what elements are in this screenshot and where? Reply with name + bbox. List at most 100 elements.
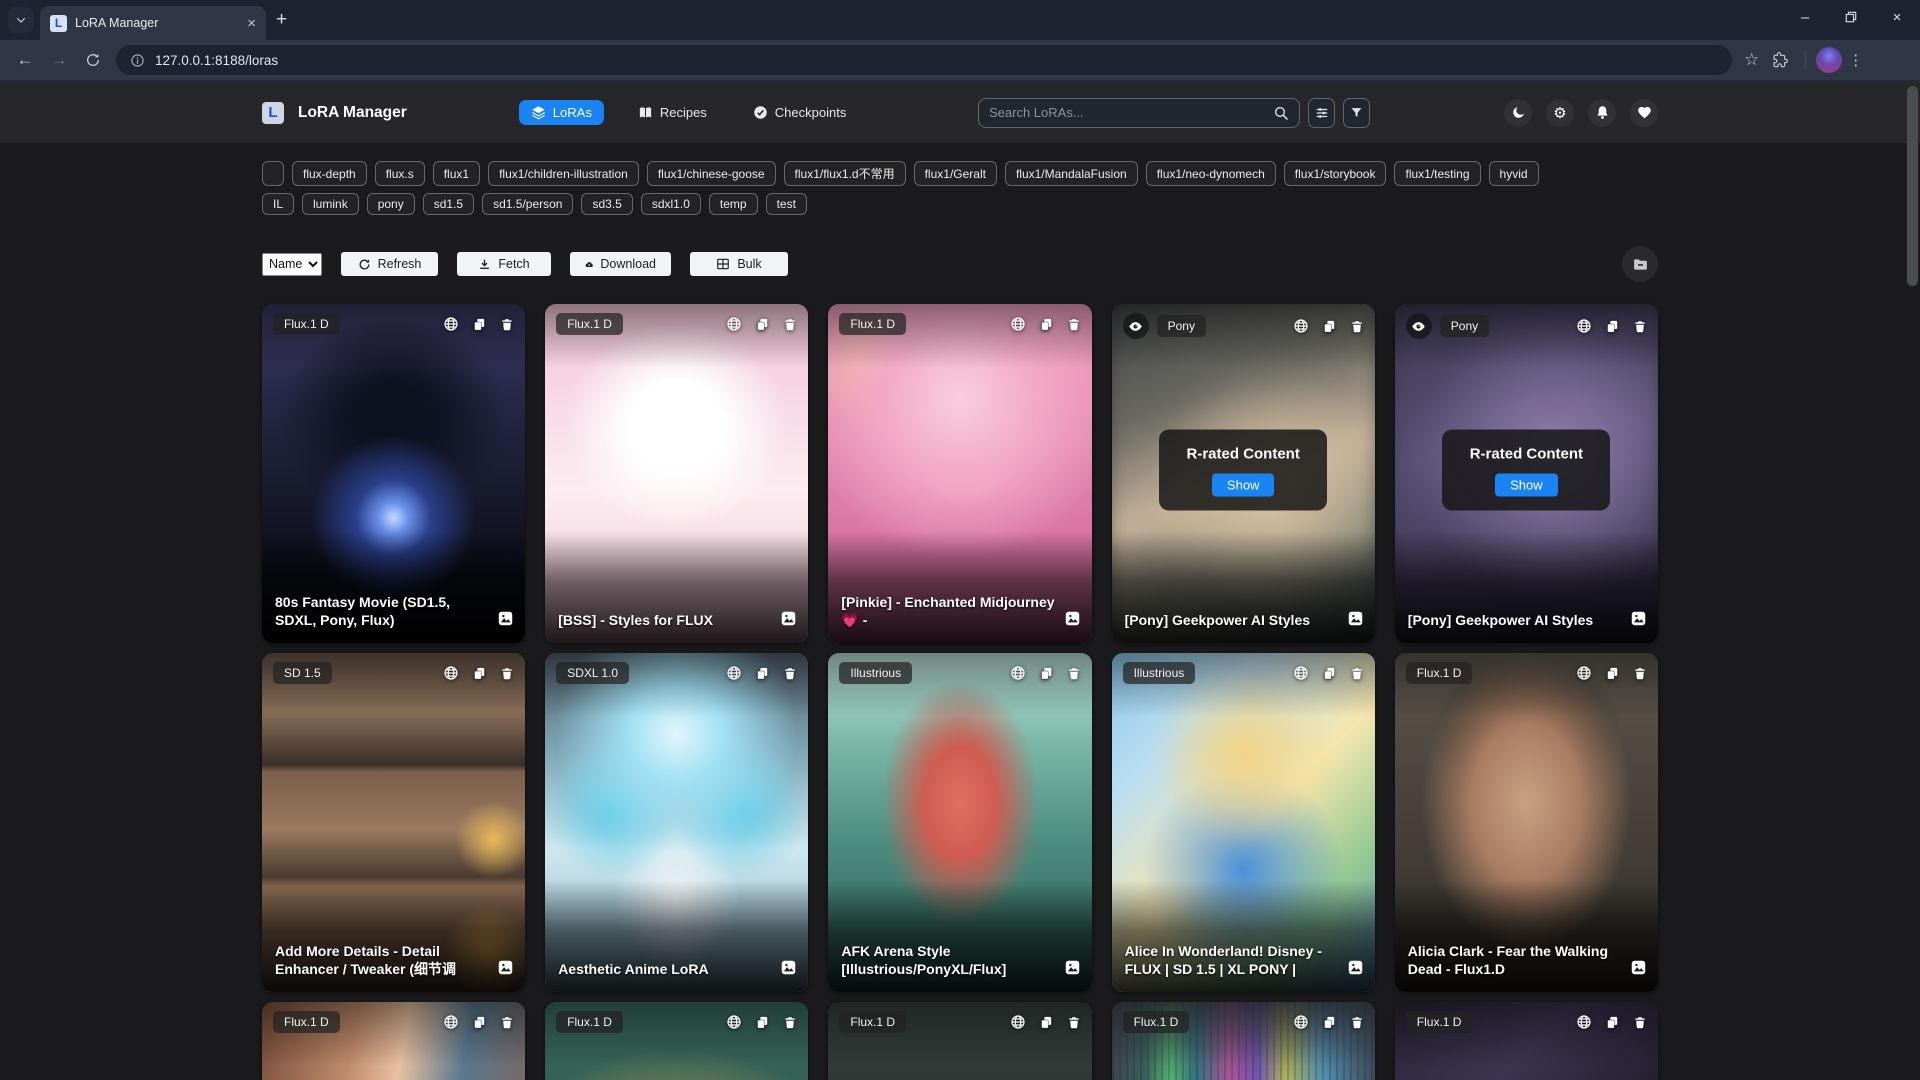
delete-trash-button[interactable] — [1633, 1015, 1647, 1030]
example-images-icon[interactable] — [1064, 959, 1081, 981]
tag-chip[interactable]: temp — [709, 193, 758, 215]
tag-chip[interactable]: flux1/storybook — [1284, 161, 1387, 186]
restore-button[interactable] — [1828, 0, 1874, 34]
copy-button[interactable] — [472, 666, 487, 681]
delete-trash-button[interactable] — [1350, 1015, 1364, 1030]
download-button[interactable]: Download — [570, 252, 671, 276]
folder-view-button[interactable] — [1622, 246, 1658, 282]
copy-button[interactable] — [1039, 666, 1054, 681]
delete-trash-button[interactable] — [1067, 317, 1081, 332]
bulk-button[interactable]: Bulk — [690, 252, 788, 276]
reload-button[interactable] — [78, 45, 108, 75]
copy-button[interactable] — [1322, 666, 1337, 681]
tag-chip[interactable]: flux1/MandalaFusion — [1005, 161, 1138, 186]
browser-tab[interactable]: L LoRA Manager × — [40, 6, 266, 40]
delete-trash-button[interactable] — [500, 666, 514, 681]
copy-button[interactable] — [472, 1015, 487, 1030]
tag-chip[interactable]: flux1/testing — [1394, 161, 1480, 186]
example-images-icon[interactable] — [1347, 610, 1364, 632]
example-images-icon[interactable] — [1630, 959, 1647, 981]
delete-trash-button[interactable] — [1350, 319, 1364, 334]
lora-card[interactable]: Illustrious Alice In Wonderland! Disney … — [1112, 653, 1375, 992]
search-input[interactable] — [989, 105, 1273, 120]
settings-gear-button[interactable]: ⚙ — [1546, 99, 1574, 127]
tag-chip[interactable]: flux.s — [375, 161, 425, 186]
nsfw-show-button[interactable]: Show — [1495, 474, 1558, 497]
tag-chip[interactable]: flux1/children-illustration — [488, 161, 639, 186]
lora-card[interactable]: Flux.1 D — [545, 1002, 808, 1080]
sort-sliders-button[interactable] — [1308, 98, 1335, 128]
url-bar[interactable]: 127.0.0.1:8188/loras — [116, 45, 1732, 75]
example-images-icon[interactable] — [497, 959, 514, 981]
bookmark-star-icon[interactable]: ☆ — [1744, 50, 1759, 70]
lora-card[interactable]: Pony R-rated Content Show [Pony] Geekpow… — [1395, 304, 1658, 643]
lora-card[interactable]: Flux.1 D — [828, 1002, 1091, 1080]
tag-chip[interactable]: flux-depth — [292, 161, 367, 186]
refresh-button[interactable]: Refresh — [341, 252, 438, 276]
tag-chip[interactable]: test — [766, 193, 807, 215]
visibility-eye-button[interactable] — [1406, 313, 1432, 339]
lora-card[interactable]: Flux.1 D Alicia Clark - Fear the Walking… — [1395, 653, 1658, 992]
delete-trash-button[interactable] — [783, 317, 797, 332]
new-tab-button[interactable]: + — [276, 9, 287, 31]
civitai-globe-button[interactable] — [1576, 1014, 1592, 1030]
civitai-globe-button[interactable] — [443, 1014, 459, 1030]
copy-button[interactable] — [1322, 319, 1337, 334]
close-window-button[interactable]: × — [1874, 0, 1920, 34]
lora-card[interactable]: Flux.1 D [BSS] - Styles for FLUX — [545, 304, 808, 643]
tab-loras[interactable]: LoRAs — [519, 100, 604, 125]
filter-funnel-button[interactable] — [1343, 98, 1370, 128]
tag-chip[interactable]: flux1/neo-dynomech — [1146, 161, 1276, 186]
example-images-icon[interactable] — [497, 610, 514, 632]
tag-chip[interactable]: IL — [262, 193, 294, 215]
lora-card[interactable]: Illustrious AFK Arena Style [Illustrious… — [828, 653, 1091, 992]
tag-chip[interactable]: lumink — [302, 193, 359, 215]
civitai-globe-button[interactable] — [1293, 318, 1309, 334]
browser-menu-icon[interactable]: ⋮ — [1848, 51, 1863, 69]
delete-trash-button[interactable] — [1350, 666, 1364, 681]
tag-chip[interactable]: hyvid — [1489, 161, 1539, 186]
tag-chip[interactable]: flux1 — [433, 161, 480, 186]
tag-chip[interactable]: flux1/chinese-goose — [647, 161, 776, 186]
example-images-icon[interactable] — [1347, 959, 1364, 981]
tab-search-button[interactable] — [8, 7, 34, 33]
copy-button[interactable] — [472, 317, 487, 332]
copy-button[interactable] — [755, 666, 770, 681]
civitai-globe-button[interactable] — [443, 665, 459, 681]
copy-button[interactable] — [1605, 1015, 1620, 1030]
delete-trash-button[interactable] — [1633, 319, 1647, 334]
tag-chip[interactable]: sd3.5 — [581, 193, 632, 215]
civitai-globe-button[interactable] — [1010, 1014, 1026, 1030]
copy-button[interactable] — [1039, 1015, 1054, 1030]
lora-card[interactable]: SD 1.5 Add More Details - Detail Enhance… — [262, 653, 525, 992]
civitai-globe-button[interactable] — [726, 665, 742, 681]
copy-button[interactable] — [1605, 666, 1620, 681]
example-images-icon[interactable] — [1630, 610, 1647, 632]
nsfw-show-button[interactable]: Show — [1212, 474, 1275, 497]
tag-chip[interactable]: flux1/flux1.d不常用 — [784, 161, 906, 186]
civitai-globe-button[interactable] — [1010, 316, 1026, 332]
lora-card[interactable]: Flux.1 D — [1112, 1002, 1375, 1080]
copy-button[interactable] — [755, 317, 770, 332]
example-images-icon[interactable] — [780, 610, 797, 632]
favorites-heart-button[interactable] — [1630, 99, 1658, 127]
tag-chip[interactable]: pony — [367, 193, 415, 215]
tag-chip[interactable]: flux1/Geralt — [914, 161, 997, 186]
search-icon[interactable] — [1273, 105, 1289, 121]
tab-checkpoints[interactable]: Checkpoints — [741, 100, 859, 125]
notifications-bell-button[interactable] — [1588, 99, 1616, 127]
civitai-globe-button[interactable] — [1010, 665, 1026, 681]
lora-card[interactable]: Flux.1 D — [262, 1002, 525, 1080]
civitai-globe-button[interactable] — [726, 1014, 742, 1030]
tag-chip[interactable] — [262, 161, 284, 186]
extensions-puzzle-icon[interactable] — [1765, 45, 1795, 75]
civitai-globe-button[interactable] — [1293, 665, 1309, 681]
civitai-globe-button[interactable] — [726, 316, 742, 332]
site-info-icon[interactable] — [130, 53, 145, 68]
scrollbar-thumb[interactable] — [1907, 86, 1918, 286]
tag-chip[interactable]: sd1.5 — [423, 193, 474, 215]
lora-card[interactable]: Pony R-rated Content Show [Pony] Geekpow… — [1112, 304, 1375, 643]
lora-card[interactable]: Flux.1 D [Pinkie] - Enchanted Midjourney… — [828, 304, 1091, 643]
delete-trash-button[interactable] — [500, 317, 514, 332]
lora-card[interactable]: Flux.1 D — [1395, 1002, 1658, 1080]
